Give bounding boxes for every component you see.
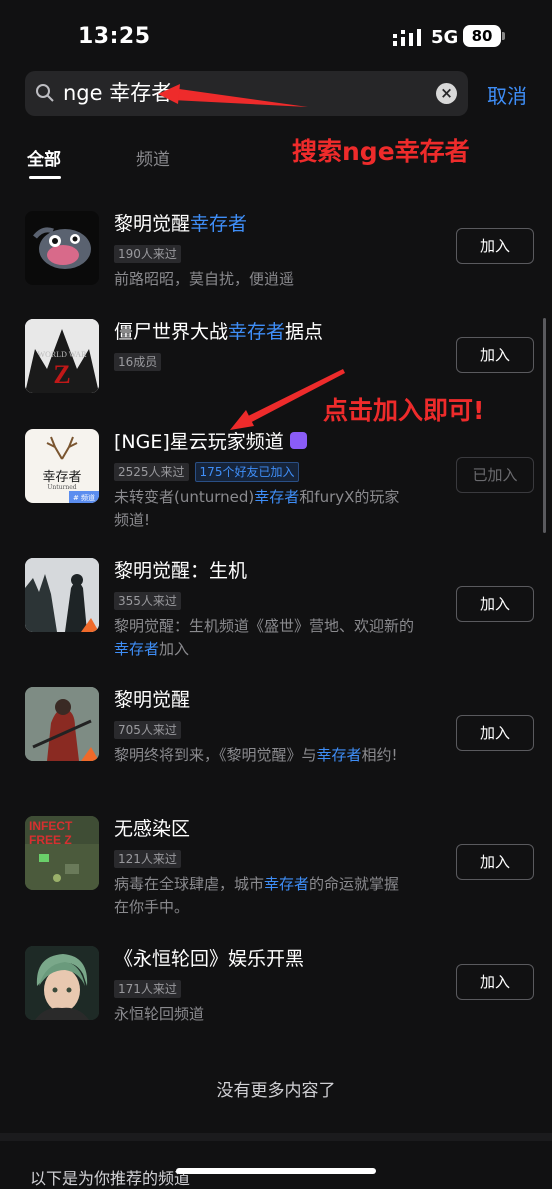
channel-description: 病毒在全球肆虐，城市幸存者的命运就掌握在你手中。 <box>114 875 400 916</box>
channel-avatar <box>25 211 99 285</box>
join-button[interactable]: 加入 <box>456 844 534 880</box>
channel-avatar: INFECT FREE Z <box>25 816 99 890</box>
channel-title: 黎明觉醒：生机 <box>114 560 248 582</box>
channel-avatar <box>25 558 99 632</box>
channel-tags: 355人来过 <box>114 590 187 610</box>
member-count-tag: 16成员 <box>114 353 162 371</box>
visit-count-tag: 190人来过 <box>114 245 181 263</box>
join-button[interactable]: 加入 <box>456 715 534 751</box>
svg-text:INFECT: INFECT <box>29 819 73 833</box>
signal-icon <box>393 29 421 46</box>
channel-title: 无感染区 <box>114 818 191 840</box>
tab-channels[interactable]: 频道 <box>136 145 170 170</box>
svg-text:WORLD WAR: WORLD WAR <box>38 350 88 359</box>
battery-cap <box>502 32 505 40</box>
visit-count-tag: 171人来过 <box>114 980 181 998</box>
join-button[interactable]: 加入 <box>456 337 534 373</box>
battery-icon: 80 <box>463 25 501 47</box>
annotation-search: 搜索nge幸存者 <box>292 137 470 166</box>
channel-description: 前路昭昭，莫自扰，便逍遥 <box>114 270 295 288</box>
network-type: 5G <box>431 27 459 48</box>
join-button[interactable]: 加入 <box>456 228 534 264</box>
channel-avatar: 幸存者 Unturned # 频道 <box>25 429 99 503</box>
tab-indicator <box>29 176 61 179</box>
visit-count-tag: 2525人来过 <box>114 463 189 481</box>
channel-avatar <box>25 946 99 1020</box>
search-icon <box>36 84 54 102</box>
channel-tags: 705人来过 <box>114 719 187 739</box>
channel-description: 黎明觉醒：生机频道《盛世》营地、欢迎新的幸存者加入 <box>114 617 415 658</box>
search-input[interactable]: nge 幸存者 <box>63 79 172 107</box>
recommended-section-title: 以下是为你推荐的频道 <box>30 1169 191 1188</box>
channel-tags: 171人来过 <box>114 978 187 998</box>
channel-description: 未转变者(unturned)幸存者和furyX的玩家频道! <box>114 488 400 529</box>
channel-tags: 121人来过 <box>114 848 187 868</box>
channel-tags: 2525人来过 175个好友已加入 <box>114 461 305 482</box>
channel-title: 僵尸世界大战幸存者据点 <box>114 321 324 343</box>
svg-text:FREE Z: FREE Z <box>29 833 72 847</box>
search-bar[interactable]: nge 幸存者 × <box>25 71 468 116</box>
channel-title: 《永恒轮回》娱乐开黑 <box>114 948 305 970</box>
visit-count-tag: 705人来过 <box>114 721 181 739</box>
channel-title: 黎明觉醒幸存者 <box>114 213 248 235</box>
channel-description: 永恒轮回频道 <box>114 1005 205 1023</box>
join-button[interactable]: 加入 <box>456 964 534 1000</box>
channel-title: [NGE]星云玩家频道 <box>114 427 307 454</box>
clear-icon[interactable]: × <box>436 83 457 104</box>
channel-tags: 16成员 <box>114 351 167 371</box>
annotation-join: 点击加入即可! <box>323 396 485 425</box>
scrollbar[interactable] <box>543 318 546 533</box>
channel-avatar: WORLD WAR Z <box>25 319 99 393</box>
no-more-content-label: 没有更多内容了 <box>216 1081 336 1101</box>
svg-text:Z: Z <box>53 360 70 389</box>
channel-title: 黎明觉醒 <box>114 689 191 711</box>
channel-tags: 190人来过 <box>114 243 187 263</box>
svg-text:幸存者: 幸存者 <box>42 470 81 485</box>
join-button[interactable]: 加入 <box>456 586 534 622</box>
clock: 13:25 <box>78 24 151 49</box>
visit-count-tag: 355人来过 <box>114 592 181 610</box>
status-bar: 13:25 5G 80 <box>0 0 552 70</box>
friends-joined-tag: 175个好友已加入 <box>194 462 300 482</box>
verified-badge-icon <box>289 432 307 449</box>
svg-text:Unturned: Unturned <box>47 484 76 491</box>
joined-button[interactable]: 已加入 <box>456 457 534 493</box>
svg-text:# 频道: # 频道 <box>73 493 95 502</box>
section-divider <box>0 1133 552 1141</box>
channel-avatar <box>25 687 99 761</box>
cancel-button[interactable]: 取消 <box>487 80 527 109</box>
visit-count-tag: 121人来过 <box>114 850 181 868</box>
tab-all[interactable]: 全部 <box>27 145 61 170</box>
home-indicator[interactable] <box>176 1168 376 1174</box>
channel-description: 黎明终将到来，《黎明觉醒》与幸存者相约! <box>114 746 398 764</box>
